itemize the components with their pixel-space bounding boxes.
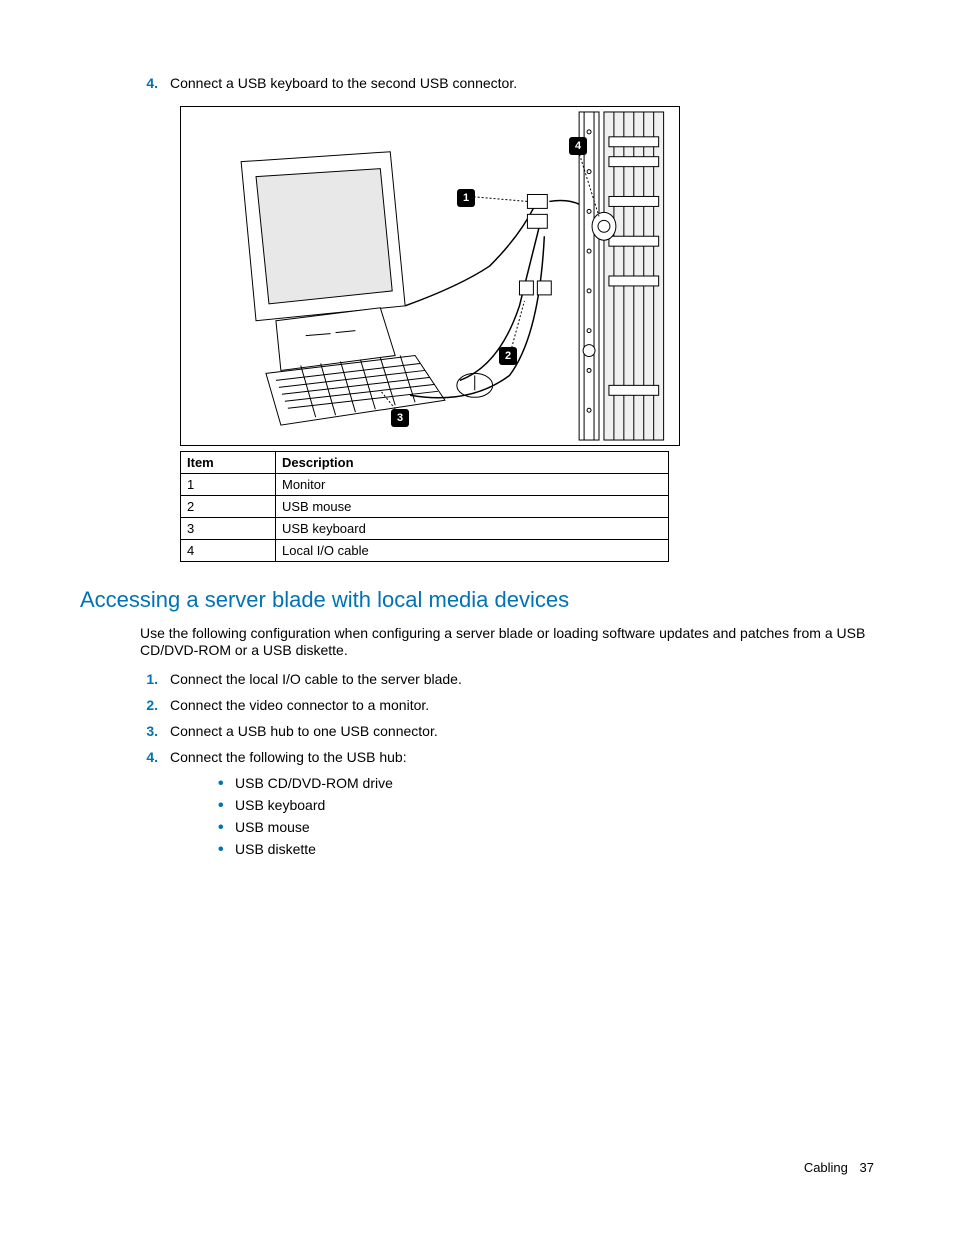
step-item: 4. Connect the following to the USB hub:	[140, 749, 874, 765]
callout-marker-3: 3	[391, 409, 409, 427]
step-text: Connect the following to the USB hub:	[170, 749, 407, 765]
steps-list: 1. Connect the local I/O cable to the se…	[140, 671, 874, 857]
callout-marker-1: 1	[457, 189, 475, 207]
table-row: 2 USB mouse	[181, 496, 669, 518]
table-cell-desc: USB mouse	[276, 496, 669, 518]
table-row: 4 Local I/O cable	[181, 540, 669, 562]
table-cell-desc: USB keyboard	[276, 518, 669, 540]
step-text: Connect a USB keyboard to the second USB…	[170, 75, 517, 91]
table-header-description: Description	[276, 452, 669, 474]
step-number: 1.	[140, 671, 170, 687]
step-text: Connect the video connector to a monitor…	[170, 697, 429, 713]
table-cell-item: 1	[181, 474, 276, 496]
step-item: 3. Connect a USB hub to one USB connecto…	[140, 723, 874, 739]
sub-list-item: USB CD/DVD-ROM drive	[210, 775, 874, 791]
step-text: Connect the local I/O cable to the serve…	[170, 671, 462, 687]
step-number: 4.	[140, 75, 170, 91]
items-table: Item Description 1 Monitor 2 USB mouse 3…	[180, 451, 669, 562]
table-cell-desc: Monitor	[276, 474, 669, 496]
table-header-item: Item	[181, 452, 276, 474]
table-row: 3 USB keyboard	[181, 518, 669, 540]
step-number: 3.	[140, 723, 170, 739]
server-blade-diagram	[181, 107, 679, 445]
sub-list-item: USB diskette	[210, 841, 874, 857]
section-heading: Accessing a server blade with local medi…	[80, 587, 874, 613]
step-number: 2.	[140, 697, 170, 713]
callout-marker-4: 4	[569, 137, 587, 155]
section-intro: Use the following configuration when con…	[140, 625, 874, 659]
table-header-row: Item Description	[181, 452, 669, 474]
step-item: 2. Connect the video connector to a moni…	[140, 697, 874, 713]
sub-list-item: USB keyboard	[210, 797, 874, 813]
top-step: 4. Connect a USB keyboard to the second …	[140, 75, 874, 91]
step-text: Connect a USB hub to one USB connector.	[170, 723, 438, 739]
step-number: 4.	[140, 749, 170, 765]
diagram-illustration: 1 2 3 4	[180, 106, 680, 446]
table-cell-item: 4	[181, 540, 276, 562]
table-cell-item: 2	[181, 496, 276, 518]
table-cell-desc: Local I/O cable	[276, 540, 669, 562]
step-item: 1. Connect the local I/O cable to the se…	[140, 671, 874, 687]
footer-page-number: 37	[860, 1160, 874, 1175]
table-cell-item: 3	[181, 518, 276, 540]
footer-section: Cabling	[804, 1160, 848, 1175]
table-row: 1 Monitor	[181, 474, 669, 496]
page-footer: Cabling 37	[804, 1160, 874, 1175]
sub-list: USB CD/DVD-ROM drive USB keyboard USB mo…	[210, 775, 874, 857]
callout-marker-2: 2	[499, 347, 517, 365]
sub-list-item: USB mouse	[210, 819, 874, 835]
